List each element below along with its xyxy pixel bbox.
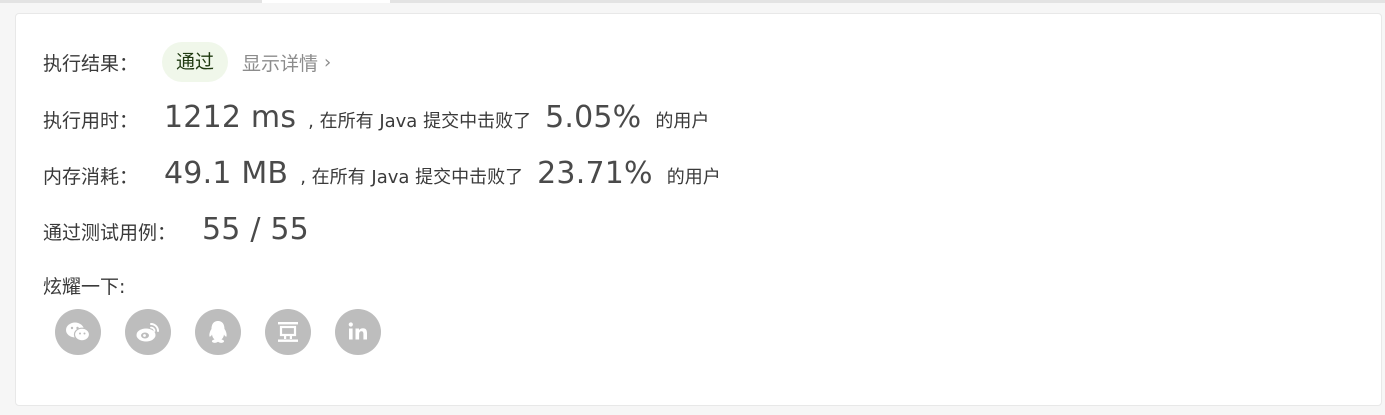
submission-result-card: 执行结果： 通过 显示详情 › 执行用时： 1212 ms , 在所有 Java… (15, 13, 1382, 406)
runtime-percent: 5.05% (545, 100, 642, 135)
top-tab-strip (0, 0, 1385, 4)
tab-indicator-right (390, 0, 1385, 3)
share-label: 炫耀一下: (43, 276, 126, 298)
tab-indicator-left (0, 0, 262, 3)
runtime-label: 执行用时： (43, 110, 139, 132)
share-linkedin-button[interactable] (335, 309, 381, 355)
runtime-suffix: 的用户 (655, 111, 710, 132)
runtime-beat-text: , 在所有 Java 提交中击败了 (308, 111, 532, 132)
memory-suffix: 的用户 (666, 167, 721, 188)
linkedin-icon (348, 322, 367, 340)
result-row: 执行结果： 通过 显示详情 › (43, 42, 331, 82)
memory-label: 内存消耗： (43, 166, 139, 188)
wechat-icon (66, 322, 91, 342)
douban-icon (278, 322, 298, 342)
qq-icon (209, 321, 227, 343)
memory-beat-text: , 在所有 Java 提交中击败了 (300, 167, 524, 188)
weibo-icon (136, 323, 159, 342)
memory-percent: 23.71% (537, 156, 653, 191)
share-qq-button[interactable] (195, 309, 241, 355)
share-douban-button[interactable] (265, 309, 311, 355)
runtime-row: 执行用时： 1212 ms , 在所有 Java 提交中击败了 5.05% 的用… (43, 100, 709, 135)
show-details-link[interactable]: 显示详情 (242, 49, 318, 76)
status-badge: 通过 (162, 42, 229, 82)
testcases-label: 通过测试用例： (43, 222, 177, 244)
tab-indicator-active (262, 0, 390, 3)
chevron-right-icon[interactable]: › (324, 52, 331, 73)
share-weibo-button[interactable] (125, 309, 171, 355)
runtime-value: 1212 ms (164, 100, 297, 135)
share-wechat-button[interactable] (55, 309, 101, 355)
testcases-value: 55 / 55 (202, 212, 309, 247)
result-label: 执行结果： (43, 52, 139, 75)
memory-value: 49.1 MB (164, 156, 289, 191)
share-buttons (55, 309, 381, 355)
share-row: 炫耀一下: (43, 272, 125, 299)
memory-row: 内存消耗： 49.1 MB , 在所有 Java 提交中击败了 23.71% 的… (43, 156, 721, 191)
testcases-row: 通过测试用例： 55 / 55 (43, 212, 309, 247)
